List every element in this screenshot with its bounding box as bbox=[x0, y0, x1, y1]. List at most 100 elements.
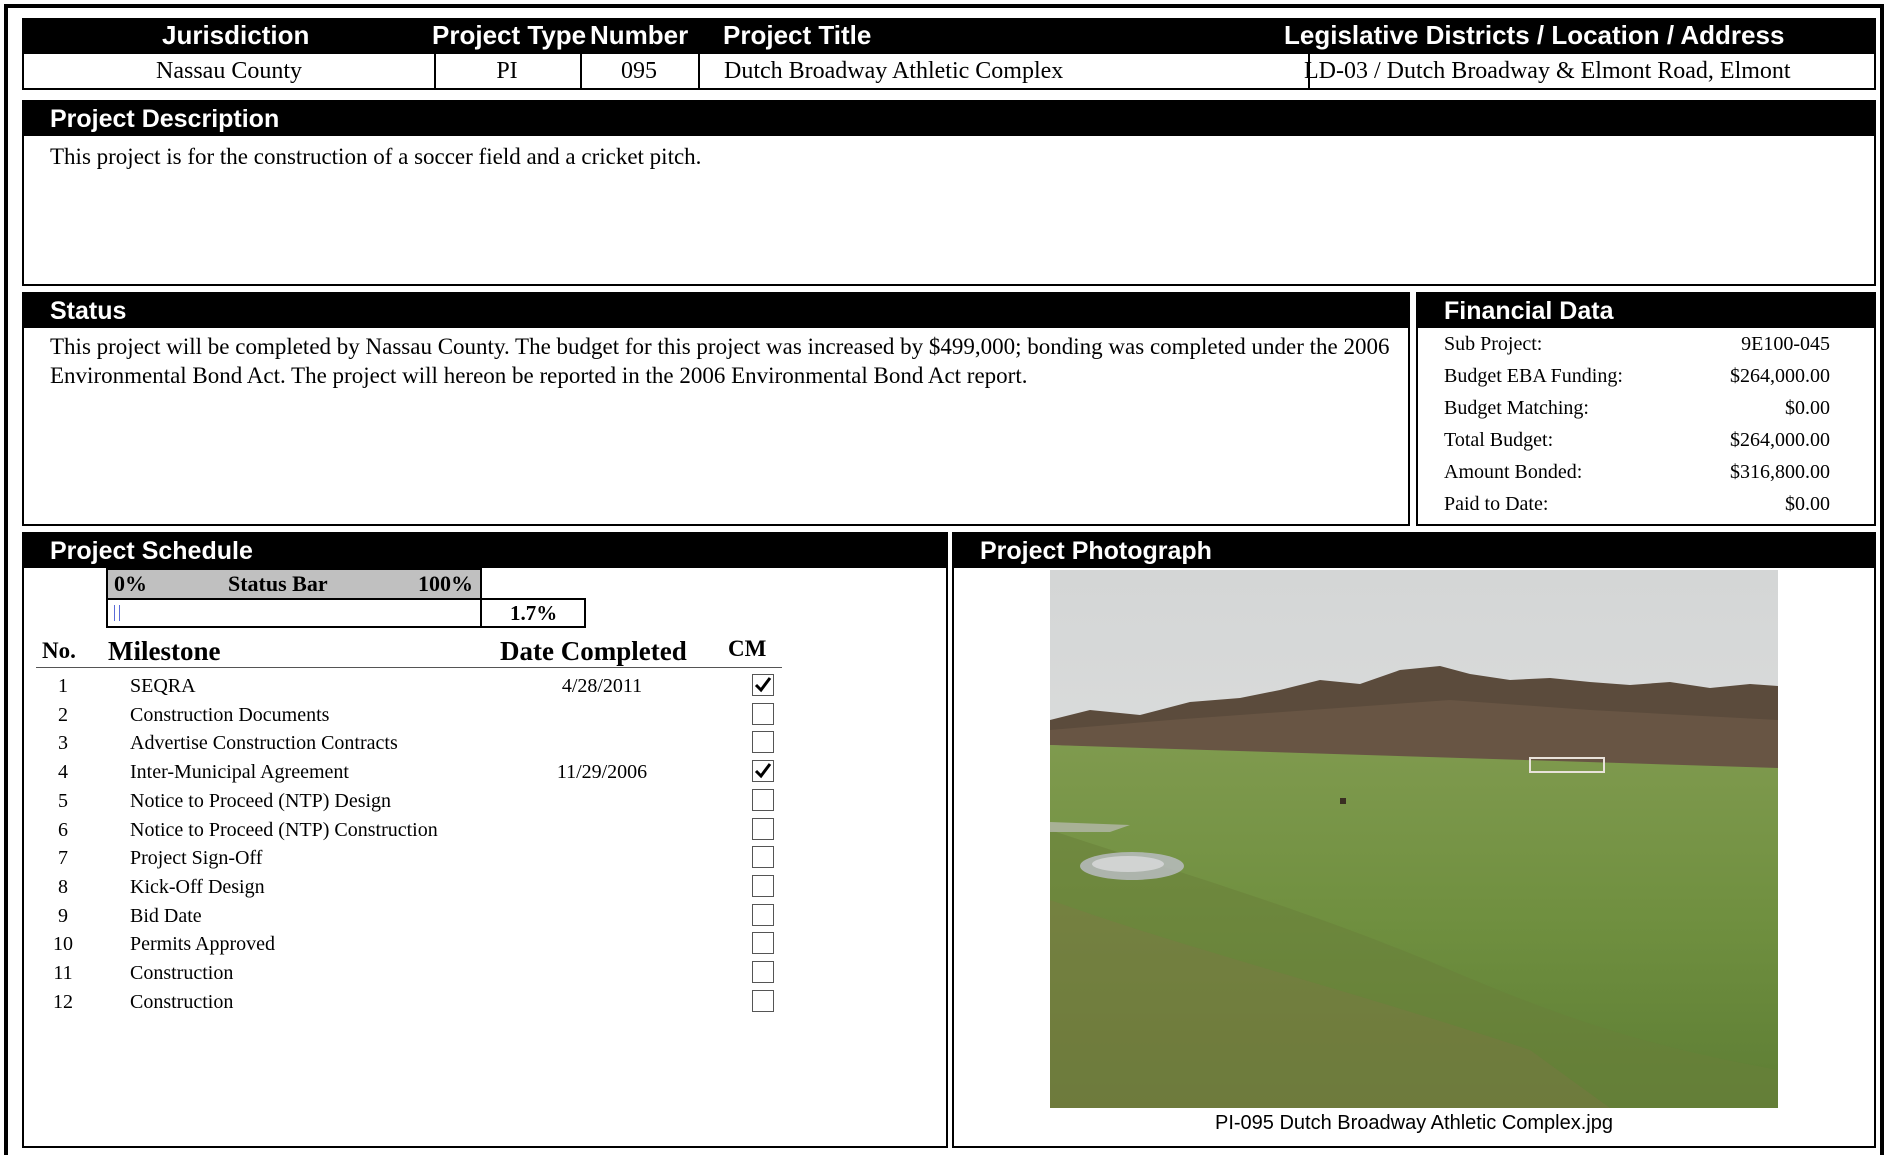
milestone-number: 11 bbox=[53, 962, 73, 984]
checkmark-icon bbox=[754, 763, 772, 779]
milestone-name: Construction Documents bbox=[130, 703, 330, 726]
milestone-number: 12 bbox=[53, 990, 73, 1013]
financial-value: $0.00 bbox=[1785, 493, 1830, 515]
financial-row: Amount Bonded: $316,800.00 bbox=[1444, 456, 1830, 488]
financial-value: 9E100-045 bbox=[1741, 333, 1830, 355]
milestone-row: 6 Notice to Proceed (NTP) Construction bbox=[42, 816, 802, 845]
cm-checkbox[interactable] bbox=[752, 846, 774, 869]
milestone-row: 9 Bid Date bbox=[42, 902, 802, 931]
description-text: This project is for the construction of … bbox=[50, 144, 702, 169]
financial-label: Sub Project: bbox=[1444, 333, 1543, 355]
milestone-row: 3 Advertise Construction Contracts bbox=[42, 729, 802, 758]
milestone-name: Advertise Construction Contracts bbox=[130, 732, 398, 755]
cm-checkbox[interactable] bbox=[752, 817, 774, 840]
milestone-row: 5 Notice to Proceed (NTP) Design bbox=[42, 787, 802, 816]
cm-checkbox[interactable] bbox=[752, 903, 774, 926]
milestone-row: 12 Construction bbox=[42, 988, 802, 1017]
cm-checkbox[interactable] bbox=[752, 874, 774, 897]
milestone-name: Project Sign-Off bbox=[130, 847, 263, 870]
photo-panel: Project Photograph PI-095 Dutch Broadway… bbox=[952, 532, 1876, 1148]
milestone-number: 5 bbox=[58, 789, 68, 812]
milestone-number: 8 bbox=[58, 875, 68, 898]
schedule-panel: Project Schedule 0% Status Bar 100% 1.7%… bbox=[22, 532, 948, 1148]
jurisdiction-value: Nassau County bbox=[24, 54, 436, 88]
financial-label: Paid to Date: bbox=[1444, 493, 1549, 515]
milestone-name: Construction bbox=[130, 962, 234, 984]
status-bar-header: 0% Status Bar 100% bbox=[106, 568, 482, 598]
milestone-number: 7 bbox=[58, 847, 68, 870]
milestone-row: 10 Permits Approved bbox=[42, 930, 802, 959]
milestone-name: SEQRA bbox=[130, 675, 196, 697]
milestone-number: 3 bbox=[58, 732, 68, 755]
col-no: No. bbox=[42, 638, 76, 663]
col-cm: CM bbox=[728, 636, 767, 661]
financial-value: $264,000.00 bbox=[1730, 365, 1830, 387]
description-panel: Project Description This project is for … bbox=[22, 100, 1876, 286]
cm-checkbox[interactable] bbox=[752, 760, 774, 783]
status-bar-max: 100% bbox=[418, 571, 473, 596]
milestone-name: Construction bbox=[130, 990, 234, 1013]
milestone-name: Bid Date bbox=[130, 904, 202, 927]
status-bar-min: 0% bbox=[114, 571, 147, 596]
project-type-value: PI bbox=[434, 54, 582, 88]
financial-row: Budget EBA Funding: $264,000.00 bbox=[1444, 360, 1830, 392]
milestone-date: 11/29/2006 bbox=[556, 761, 648, 784]
milestone-row: 2 Construction Documents bbox=[42, 701, 802, 730]
milestone-name: Permits Approved bbox=[130, 933, 275, 956]
milestone-date: 4/28/2011 bbox=[561, 675, 643, 697]
milestone-name: Notice to Proceed (NTP) Design bbox=[130, 789, 392, 812]
cm-checkbox[interactable] bbox=[752, 674, 774, 696]
milestone-row: 8 Kick-Off Design bbox=[42, 873, 802, 902]
header-bar: Jurisdiction Project Type Number Project… bbox=[22, 18, 1876, 52]
milestone-number: 1 bbox=[58, 675, 68, 697]
financial-row: Budget Matching: $0.00 bbox=[1444, 392, 1830, 424]
col-project-title: Project Title bbox=[723, 20, 872, 50]
milestone-row: 7 Project Sign-Off bbox=[42, 844, 802, 873]
milestone-name: Inter-Municipal Agreement bbox=[130, 761, 349, 784]
col-project-type: Project Type bbox=[432, 20, 587, 50]
financial-panel: Financial Data Sub Project: 9E100-045 Budg… bbox=[1416, 292, 1876, 526]
financial-label: Total Budget: bbox=[1444, 429, 1554, 451]
col-milestone: Milestone bbox=[108, 636, 221, 666]
status-bar-track bbox=[106, 598, 482, 628]
financial-title: Financial Data bbox=[1418, 294, 1874, 328]
col-date-completed: Date Completed bbox=[500, 636, 687, 666]
status-title: Status bbox=[24, 294, 1408, 328]
milestone-name: Notice to Proceed (NTP) Construction bbox=[130, 818, 438, 841]
milestone-number: 6 bbox=[58, 818, 68, 841]
cm-checkbox[interactable] bbox=[752, 961, 774, 983]
cm-checkbox[interactable] bbox=[752, 731, 774, 754]
cm-checkbox[interactable] bbox=[752, 932, 774, 955]
schedule-header-row: No. Milestone Date Completed CM bbox=[36, 630, 782, 668]
status-percent-text: 1.7% bbox=[510, 601, 558, 625]
description-title: Project Description bbox=[24, 102, 1874, 136]
status-bar-label: Status Bar bbox=[228, 571, 328, 596]
milestone-number: 4 bbox=[58, 761, 68, 784]
milestone-name: Kick-Off Design bbox=[130, 875, 265, 898]
photo-title: Project Photograph bbox=[954, 534, 1874, 568]
cm-checkbox[interactable] bbox=[752, 989, 774, 1012]
status-panel: Status This project will be completed by… bbox=[22, 292, 1410, 526]
milestone-row: 1 SEQRA 4/28/2011 bbox=[42, 672, 802, 701]
status-bar-percent: 1.7% bbox=[480, 598, 586, 628]
checkmark-icon bbox=[754, 677, 772, 693]
financial-label: Budget Matching: bbox=[1444, 397, 1589, 419]
cm-checkbox[interactable] bbox=[752, 702, 774, 725]
col-number: Number bbox=[590, 20, 689, 50]
financial-value: $0.00 bbox=[1785, 397, 1830, 419]
milestone-number: 2 bbox=[58, 703, 68, 726]
field-photo-image bbox=[1050, 570, 1778, 1108]
financial-row: Sub Project: 9E100-045 bbox=[1444, 328, 1830, 360]
milestone-number: 9 bbox=[58, 904, 68, 927]
financial-value: $316,800.00 bbox=[1730, 461, 1830, 483]
milestone-number: 10 bbox=[53, 933, 73, 956]
status-bar-fill bbox=[114, 605, 120, 621]
financial-label: Budget EBA Funding: bbox=[1444, 365, 1623, 387]
col-jurisdiction: Jurisdiction bbox=[162, 20, 310, 50]
cm-checkbox[interactable] bbox=[752, 788, 774, 811]
status-text: This project will be completed by Nassau… bbox=[50, 334, 1390, 388]
photo-caption: PI-095 Dutch Broadway Athletic Complex.j… bbox=[1215, 1112, 1613, 1134]
financial-label: Amount Bonded: bbox=[1444, 461, 1583, 483]
project-photo bbox=[1050, 570, 1778, 1108]
milestone-row: 4 Inter-Municipal Agreement 11/29/2006 bbox=[42, 758, 802, 787]
